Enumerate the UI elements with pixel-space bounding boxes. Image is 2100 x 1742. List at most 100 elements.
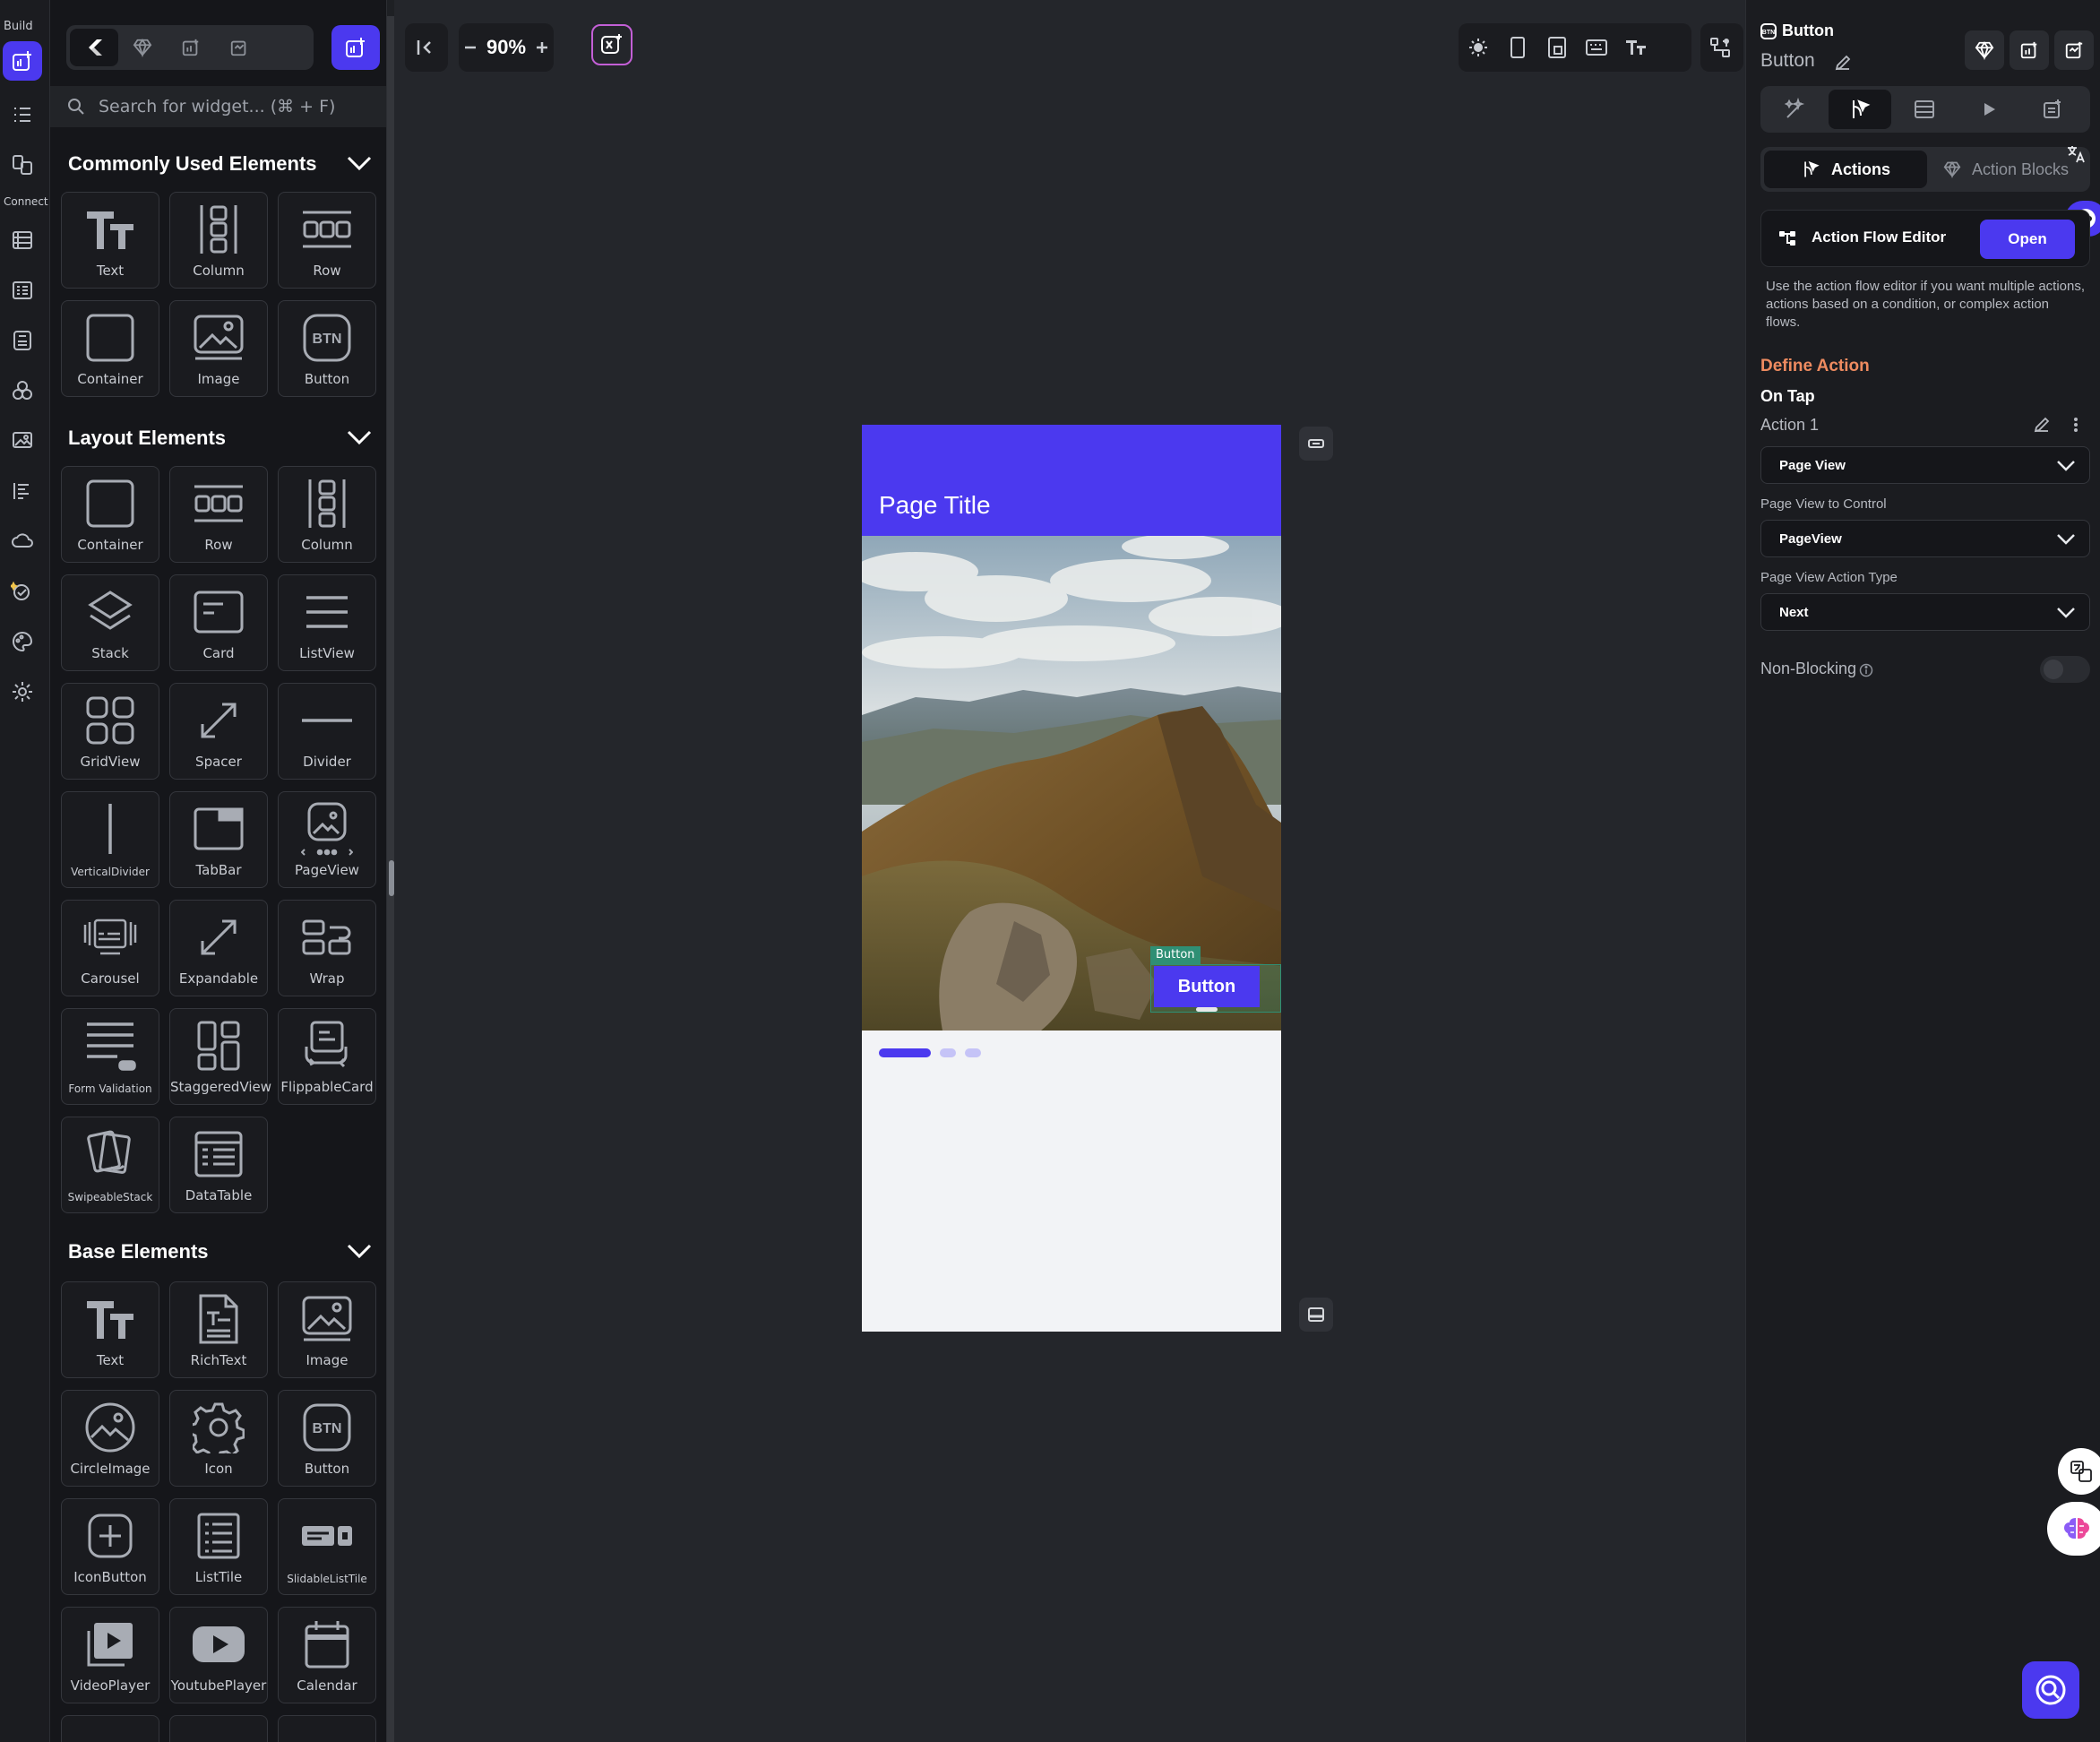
app-state-icon[interactable] — [3, 321, 42, 360]
edit-action-pencil-icon[interactable] — [2033, 416, 2051, 434]
widget-tile-carousel[interactable]: Carousel — [61, 900, 159, 996]
text-scale-icon[interactable] — [1616, 28, 1656, 67]
widget-tile-iconbutton[interactable]: IconButton — [61, 1498, 159, 1595]
chevron-down-icon[interactable] — [346, 1242, 373, 1260]
pageview-widget[interactable] — [862, 536, 1281, 1031]
widget-tree-icon[interactable] — [3, 95, 42, 134]
light-mode-sun-icon[interactable] — [1459, 28, 1498, 67]
firestore-icon[interactable] — [3, 220, 42, 260]
widget-tile-button[interactable]: BTN Button — [278, 1390, 376, 1487]
widget-tile-swipeablestack[interactable]: SwipeableStack — [61, 1117, 159, 1213]
widget-tile-button[interactable]: BTN Button — [278, 300, 376, 397]
selected-button[interactable]: Button — [1154, 966, 1260, 1007]
phone-device-icon[interactable] — [1498, 28, 1537, 67]
widget-tile-gridview[interactable]: GridView — [61, 683, 159, 780]
flutterflow-widgets-tab[interactable] — [70, 29, 118, 66]
widget-tile-richtext[interactable]: RichText — [169, 1281, 268, 1378]
widget-tile-tabbar[interactable]: TabBar — [169, 791, 268, 888]
open-flow-editor-button[interactable]: Open — [1980, 220, 2075, 259]
widget-tile-column[interactable]: Column — [169, 192, 268, 289]
keyboard-icon[interactable] — [1577, 28, 1616, 67]
widget-tile-image[interactable]: Image — [169, 300, 268, 397]
save-to-library-diamond-icon[interactable] — [1965, 30, 2004, 70]
widget-name[interactable]: Button — [1760, 50, 1815, 72]
widget-tile-partial[interactable] — [278, 1715, 376, 1742]
app-bar[interactable]: Page Title — [862, 425, 1281, 536]
zoom-in-button[interactable] — [530, 28, 555, 67]
widget-tile-listview[interactable]: ListView — [278, 574, 376, 671]
templates-tab[interactable] — [215, 29, 263, 66]
widget-search-input[interactable]: Search for widget... (⌘ + F) — [50, 86, 386, 127]
tab-backend-query-icon[interactable] — [1893, 90, 1956, 129]
page-selector-icon[interactable] — [3, 145, 42, 185]
page-indicator-dot[interactable] — [965, 1048, 981, 1057]
zoom-out-button[interactable] — [459, 28, 483, 67]
resize-handle[interactable] — [1196, 1007, 1218, 1012]
zoom-level[interactable]: 90% — [483, 36, 530, 59]
page-view-to-control-dropdown[interactable]: PageView — [1760, 520, 2090, 557]
page-title[interactable]: Page Title — [879, 491, 991, 520]
subtab-actions[interactable]: Actions — [1764, 151, 1927, 188]
ai-brain-icon[interactable] — [2047, 1502, 2100, 1556]
data-types-icon[interactable] — [3, 271, 42, 310]
widget-tree-toggle-icon[interactable] — [1700, 28, 1740, 67]
translate-icon[interactable] — [2065, 143, 2087, 165]
custom-code-icon[interactable] — [3, 371, 42, 410]
widget-tile-partial[interactable] — [61, 1715, 159, 1742]
more-options-icon[interactable] — [2072, 416, 2079, 434]
translate-float-icon[interactable] — [2058, 1448, 2100, 1495]
widget-tile-text[interactable]: Text — [61, 192, 159, 289]
widget-tile-row[interactable]: Row — [169, 466, 268, 563]
library-components-tab[interactable] — [118, 29, 167, 66]
info-icon[interactable] — [1859, 663, 1873, 677]
widget-tile-slidablelisttile[interactable]: SlidableListTile — [278, 1498, 376, 1595]
convert-to-component-icon[interactable] — [2010, 30, 2049, 70]
widget-tile-youtubeplayer[interactable]: YoutubePlayer — [169, 1607, 268, 1703]
custom-components-tab[interactable] — [167, 29, 215, 66]
page-view-action-type-dropdown[interactable]: Next — [1760, 593, 2090, 631]
action-type-dropdown[interactable]: Page View — [1760, 446, 2090, 484]
edit-name-pencil-icon[interactable] — [1834, 54, 1852, 72]
widget-tile-divider[interactable]: Divider — [278, 683, 376, 780]
widget-tile-row[interactable]: Row — [278, 192, 376, 289]
search-help-button[interactable] — [2022, 1661, 2079, 1719]
widget-tile-listtile[interactable]: ListTile — [169, 1498, 268, 1595]
theme-settings-icon[interactable] — [3, 622, 42, 661]
widget-tile-stack[interactable]: Stack — [61, 574, 159, 671]
widget-tile-partial[interactable] — [169, 1715, 268, 1742]
page-indicator-dot[interactable] — [940, 1048, 956, 1057]
widget-tile-card[interactable]: Card — [169, 574, 268, 671]
widget-tile-container[interactable]: Container — [61, 466, 159, 563]
widget-tile-staggeredview[interactable]: StaggeredView — [169, 1008, 271, 1105]
non-blocking-toggle[interactable] — [2040, 656, 2090, 683]
add-widget-button[interactable] — [331, 25, 380, 70]
widget-tile-datatable[interactable]: DataTable — [169, 1117, 268, 1213]
widget-tile-wrap[interactable]: Wrap — [278, 900, 376, 996]
generate-page-icon[interactable] — [2054, 30, 2094, 70]
page-indicator-dot-active[interactable] — [879, 1048, 931, 1057]
appbar-settings-icon[interactable] — [1299, 427, 1333, 461]
widget-tile-pageview[interactable]: PageView — [278, 791, 376, 888]
widget-tile-icon[interactable]: Icon — [169, 1390, 268, 1487]
cloud-icon[interactable] — [3, 522, 42, 561]
widget-tile-form-validation[interactable]: Form Validation — [61, 1008, 159, 1105]
widget-tile-expandable[interactable]: Expandable — [169, 900, 268, 996]
storyboard-icon[interactable] — [3, 471, 42, 511]
chevron-down-icon[interactable] — [346, 428, 373, 446]
widget-tile-flippablecard[interactable]: FlippableCard — [278, 1008, 376, 1105]
tests-icon[interactable] — [3, 572, 42, 611]
chevron-down-icon[interactable] — [346, 154, 373, 172]
widget-tile-spacer[interactable]: Spacer — [169, 683, 268, 780]
phone-preview[interactable]: Page Title Button Button — [862, 425, 1281, 1332]
widget-tile-column[interactable]: Column — [278, 466, 376, 563]
widget-tile-videoplayer[interactable]: VideoPlayer — [61, 1607, 159, 1703]
settings-gear-icon[interactable] — [3, 672, 42, 711]
tab-properties-wand-icon[interactable] — [1764, 90, 1827, 129]
tab-animations-play-icon[interactable] — [1958, 90, 2020, 129]
widget-tile-container[interactable]: Container — [61, 300, 159, 397]
tab-documentation-icon[interactable] — [2022, 90, 2085, 129]
widget-tile-image[interactable]: Image — [278, 1281, 376, 1378]
bottom-sheet-icon[interactable] — [1299, 1298, 1333, 1332]
widget-tile-calendar[interactable]: Calendar — [278, 1607, 376, 1703]
widget-palette-icon[interactable] — [3, 41, 42, 81]
